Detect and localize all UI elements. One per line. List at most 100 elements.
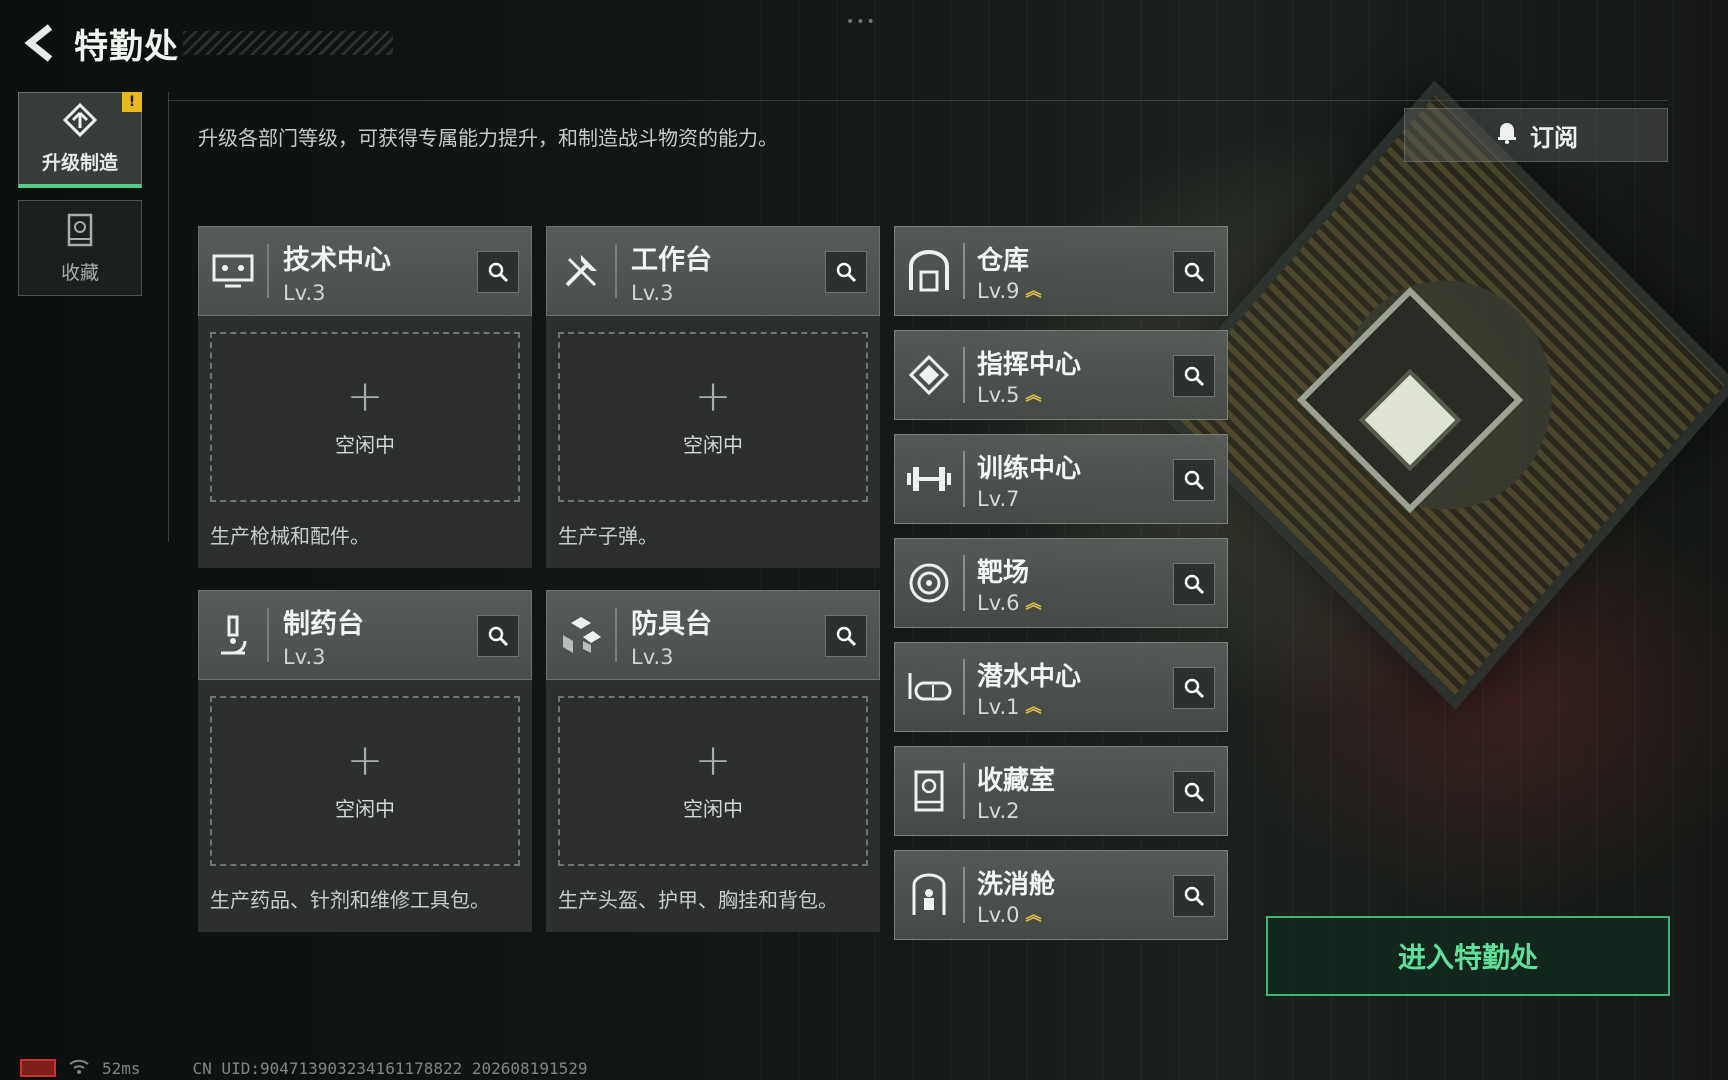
armor-blocks-icon [547, 608, 617, 662]
status-bar: 52ms CN UID:904713903234161178822 202608… [20, 1058, 587, 1078]
facility-name: 收藏室 [977, 765, 1056, 796]
facility-name: 制药台 [283, 608, 364, 640]
bell-icon [1494, 119, 1520, 151]
magnifier-icon[interactable] [1173, 875, 1215, 917]
computer-icon [199, 244, 269, 298]
slot-status: 空闲中 [683, 432, 743, 457]
production-slot[interactable]: + 空闲中 [558, 696, 868, 866]
upgrade-available-icon: ︽ [1025, 592, 1042, 612]
facility-card-diving-center[interactable]: 潜水中心 Lv.1 ︽ [894, 642, 1228, 732]
upgrade-available-icon: ︽ [1025, 280, 1042, 300]
magnifier-icon[interactable] [1173, 251, 1215, 293]
facility-name: 技术中心 [283, 244, 391, 276]
magnifier-icon[interactable] [1173, 771, 1215, 813]
subscribe-button[interactable]: 订阅 [1404, 108, 1668, 162]
card-description: 生产枪械和配件。 [210, 524, 370, 548]
diving-mask-icon [895, 659, 965, 715]
facility-level: Lv.6 [977, 590, 1020, 615]
display-case-icon [895, 763, 965, 819]
facility-level: Lv.0 [977, 902, 1020, 927]
ping-value: 52ms [102, 1058, 141, 1078]
plus-icon: + [346, 370, 384, 422]
card-header[interactable]: 防具台 Lv.3 [546, 590, 880, 680]
magnifier-icon[interactable] [477, 251, 519, 293]
upgrade-available-icon: ︽ [1025, 904, 1042, 924]
sidebar-tab-upgrade-craft[interactable]: ! 升级制造 [18, 92, 142, 188]
facility-level: Lv.2 [977, 798, 1020, 823]
facility-card-warehouse[interactable]: 仓库 Lv.9 ︽ [894, 226, 1228, 316]
production-card-workbench: 工作台 Lv.3 + 空闲中 生产子弹。 [546, 226, 880, 568]
facility-card-decon-chamber[interactable]: 洗消舱 Lv.0 ︽ [894, 850, 1228, 940]
warehouse-icon [895, 243, 965, 299]
card-description: 生产药品、针剂和维修工具包。 [210, 888, 490, 912]
card-description: 生产头盔、护甲、胸挂和背包。 [558, 888, 838, 912]
facility-level: Lv.1 [977, 694, 1020, 719]
magnifier-icon[interactable] [825, 615, 867, 657]
facility-card-training-center[interactable]: 训练中心 Lv.7 [894, 434, 1228, 524]
sidebar-tab-label: 收藏 [60, 261, 99, 284]
production-slot[interactable]: + 空闲中 [210, 332, 520, 502]
production-slot[interactable]: + 空闲中 [210, 696, 520, 866]
magnifier-icon[interactable] [1173, 459, 1215, 501]
facility-level: Lv.7 [977, 486, 1020, 511]
magnifier-icon[interactable] [1173, 667, 1215, 709]
facility-name: 洗消舱 [977, 869, 1056, 900]
header: 特勤处 [18, 18, 393, 68]
magnifier-icon[interactable] [1173, 563, 1215, 605]
target-icon [895, 555, 965, 611]
facility-level: Lv.3 [283, 644, 326, 669]
facility-card-collection-room[interactable]: 收藏室 Lv.2 [894, 746, 1228, 836]
alert-badge: ! [122, 92, 142, 112]
enter-special-ops-button[interactable]: 进入特勤处 [1266, 916, 1670, 996]
slot-status: 空闲中 [335, 432, 395, 457]
divider-horizontal [168, 100, 1668, 101]
facility-level: Lv.5 [977, 382, 1020, 407]
upgrade-available-icon: ︽ [1025, 384, 1042, 404]
card-header[interactable]: 制药台 Lv.3 [198, 590, 532, 680]
card-body: + 空闲中 生产药品、针剂和维修工具包。 [198, 686, 532, 932]
production-slot[interactable]: + 空闲中 [558, 332, 868, 502]
production-card-armor-bench: 防具台 Lv.3 + 空闲中 生产头盔、护甲、胸挂和背包。 [546, 590, 880, 932]
facility-card-command-center[interactable]: 指挥中心 Lv.5 ︽ [894, 330, 1228, 420]
top-handle-dots: ••• [846, 14, 877, 30]
display-case-icon [64, 212, 96, 252]
sidebar: ! 升级制造 收藏 [18, 92, 144, 308]
upgrade-available-icon: ︽ [1025, 696, 1042, 716]
card-body: + 空闲中 生产枪械和配件。 [198, 322, 532, 568]
magnifier-icon[interactable] [825, 251, 867, 293]
command-icon [895, 347, 965, 403]
facility-name: 仓库 [977, 245, 1030, 276]
slot-status: 空闲中 [683, 796, 743, 821]
card-header[interactable]: 技术中心 Lv.3 [198, 226, 532, 316]
wifi-icon [68, 1058, 90, 1078]
facility-level: Lv.9 [977, 278, 1020, 303]
sidebar-tab-label: 升级制造 [41, 152, 118, 174]
subscribe-label: 订阅 [1530, 123, 1578, 152]
facility-level: Lv.3 [283, 280, 326, 305]
decon-chamber-icon [895, 867, 965, 923]
production-card-tech-center: 技术中心 Lv.3 + 空闲中 生产枪械和配件。 [198, 226, 532, 568]
sidebar-tab-collection[interactable]: 收藏 [18, 200, 142, 296]
card-description: 生产子弹。 [558, 524, 658, 548]
card-body: + 空闲中 生产头盔、护甲、胸挂和背包。 [546, 686, 880, 932]
back-arrow-icon[interactable] [18, 21, 62, 65]
facility-name: 指挥中心 [977, 349, 1082, 380]
production-card-pharmacy: 制药台 Lv.3 + 空闲中 生产药品、针剂和维修工具包。 [198, 590, 532, 932]
facility-level: Lv.3 [631, 644, 674, 669]
plus-icon: + [694, 370, 732, 422]
card-header[interactable]: 工作台 Lv.3 [546, 226, 880, 316]
facility-name: 潜水中心 [977, 661, 1082, 692]
magnifier-icon[interactable] [477, 615, 519, 657]
facility-name: 训练中心 [977, 453, 1082, 484]
magnifier-icon[interactable] [1173, 355, 1215, 397]
plus-icon: + [346, 734, 384, 786]
plus-icon: + [694, 734, 732, 786]
dumbbell-icon [895, 451, 965, 507]
upgrade-diamond-icon [62, 102, 98, 142]
divider-vertical [168, 92, 169, 542]
facility-card-shooting-range[interactable]: 靶场 Lv.6 ︽ [894, 538, 1228, 628]
uid-text: CN UID:904713903234161178822 20260819152… [192, 1058, 588, 1078]
card-body: + 空闲中 生产子弹。 [546, 322, 880, 568]
slot-status: 空闲中 [335, 796, 395, 821]
facility-name: 防具台 [631, 608, 712, 640]
